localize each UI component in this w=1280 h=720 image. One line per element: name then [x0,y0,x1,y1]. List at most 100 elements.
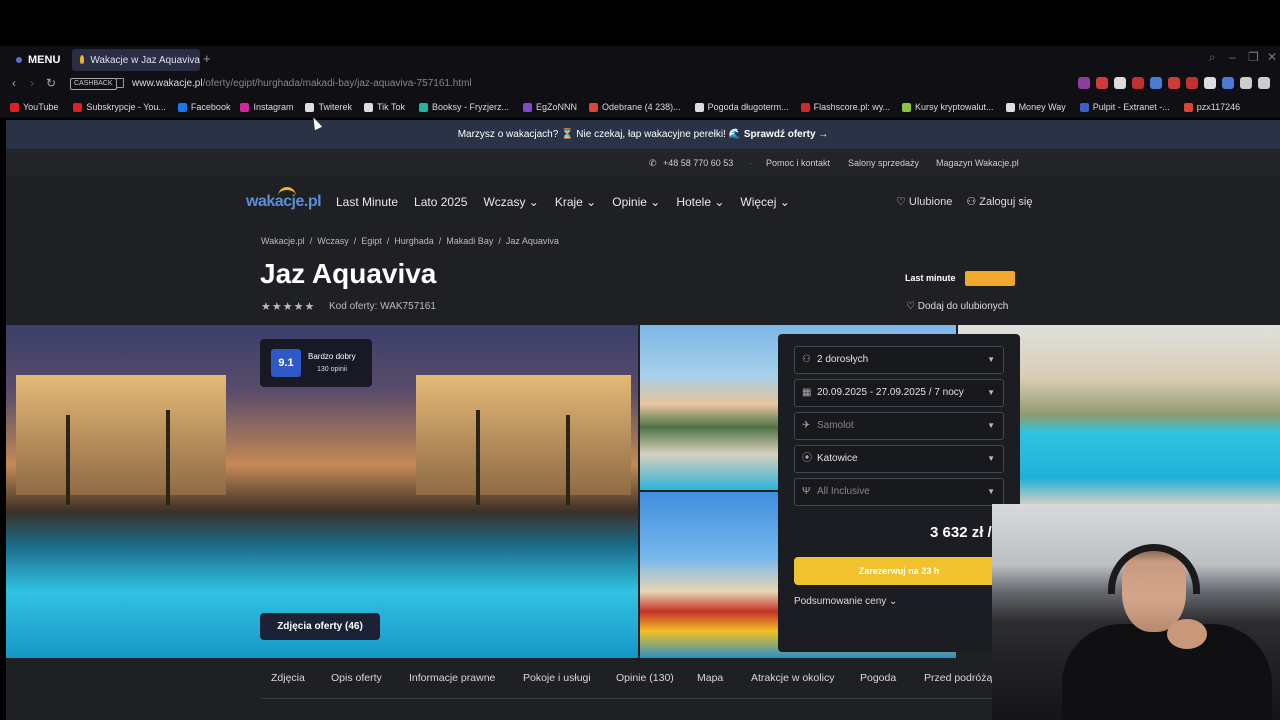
nav-item[interactable]: Wczasy ⌄ [483,195,538,209]
browser-menu-button[interactable]: MENU [8,50,68,70]
bookmark-item[interactable]: Pogoda długoterm... [694,102,789,112]
rating-card[interactable]: 9.1 Bardzo dobry 130 opinii [260,339,372,387]
guests-select[interactable]: ⚇ 2 dorosłych ▼ [794,346,1004,374]
forward-icon[interactable]: › [30,76,34,90]
maximize-icon[interactable]: ❐ [1248,50,1259,64]
bookmark-item[interactable]: Instagram [240,102,293,112]
book-button[interactable]: Zarezerwuj na 23 h [794,557,1004,585]
bookmark-item[interactable]: pzx117246 [1183,102,1241,112]
bookmark-item[interactable]: Twiterek [305,102,352,112]
bookmark-item[interactable]: Pulpit - Extranet -... [1079,102,1170,112]
bookmark-item[interactable]: EgZoNNN [523,102,577,112]
back-icon[interactable]: ‹ [12,76,16,90]
url-field[interactable]: www.wakacje.pl/oferty/egipt/hurghada/mak… [132,78,472,89]
dates-select[interactable]: ▦ 20.09.2025 - 27.09.2025 / 7 nocy ▼ [794,379,1004,407]
extension-icon[interactable] [1132,77,1144,89]
nav-item[interactable]: Więcej ⌄ [740,195,789,209]
lock-icon[interactable] [116,78,124,88]
extension-icon[interactable] [1222,77,1234,89]
offer-tab[interactable]: Pogoda [860,672,896,684]
bookmark-favicon-icon [177,102,187,112]
offer-tab[interactable]: Zdjęcia [271,672,305,684]
bookmark-item[interactable]: Kursy kryptowalut... [902,102,994,112]
promo-banner[interactable]: Marzysz o wakacjach? ⏳ Nie czekaj, łap w… [6,120,1280,149]
reload-icon[interactable]: ↻ [46,76,56,90]
board-select[interactable]: Ψ All Inclusive ▼ [794,478,1004,506]
salons-link[interactable]: Salony sprzedaży [848,158,919,168]
offer-tab[interactable]: Opis oferty [331,672,382,684]
extension-icon[interactable] [1186,77,1198,89]
nav-item[interactable]: Last Minute [336,195,398,209]
wakacje-favicon-icon [80,55,85,65]
nav-item[interactable]: Lato 2025 [414,195,467,209]
cashback-badge[interactable]: CASHBACK [70,78,117,90]
breadcrumb-item[interactable]: Hurghada [394,236,434,246]
price-summary-toggle[interactable]: Podsumowanie ceny ⌄ [794,596,897,607]
login-link[interactable]: ⚇ Zaloguj się [966,195,1032,208]
hotel-main-photo[interactable]: 9.1 Bardzo dobry 130 opinii Zdjęcia ofer… [6,325,638,658]
new-tab-button[interactable]: + [203,51,211,66]
departure-select[interactable]: ⦿ Katowice ▼ [794,445,1004,473]
offer-tab[interactable]: Atrakcje w okolicy [751,672,834,684]
breadcrumb-item[interactable]: Makadi Bay [446,236,493,246]
bookmark-label: Odebrane (4 238)... [602,102,681,112]
bookmark-item[interactable]: Odebrane (4 238)... [589,102,681,112]
calendar-icon: ▦ [802,387,812,398]
guests-value: 2 dorosłych [817,354,869,365]
minimize-icon[interactable]: – [1229,50,1236,64]
account-links: ♡ Ulubione ⚇ Zaloguj się [896,195,1032,208]
extension-icon[interactable] [1096,77,1108,89]
bookmark-item[interactable]: Booksy - Fryzjerz... [419,102,509,112]
close-icon[interactable]: ✕ [1267,50,1277,64]
offer-tab[interactable]: Opinie (130) [616,672,674,684]
extension-icon[interactable] [1168,77,1180,89]
site-logo[interactable]: wakacje.pl [246,187,322,211]
help-link[interactable]: Pomoc i kontakt [766,158,830,168]
extensions-bar [1078,77,1270,89]
phone-number[interactable]: +48 58 770 60 53 [663,158,733,168]
offer-tab[interactable]: Przed podróżą [924,672,992,684]
extension-icon[interactable] [1204,77,1216,89]
url-domain: www.wakacje.pl [132,78,203,89]
bookmark-favicon-icon [10,102,19,112]
search-icon[interactable]: ⌕ [1209,50,1216,65]
breadcrumb-item[interactable]: Wczasy [317,236,349,246]
person-icon: ⚇ [802,354,811,365]
bookmark-item[interactable]: Facebook [177,102,230,112]
bookmark-item[interactable]: Flashscore.pl: wy... [800,102,890,112]
nav-item[interactable]: Opinie ⌄ [612,195,660,209]
add-favorite-button[interactable]: ♡ Dodaj do ulubionych [906,301,1008,312]
offer-tab[interactable]: Pokoje i usługi [523,672,591,684]
bookmark-item[interactable]: YouTube [10,102,58,112]
extension-icon[interactable] [1150,77,1162,89]
browser-tab-active[interactable]: Wakacje w Jaz Aquaviva [72,49,200,71]
transport-select[interactable]: ✈ Samolot ▼ [794,412,1004,440]
magazine-link[interactable]: Magazyn Wakacje.pl [936,158,1019,168]
photos-button[interactable]: Zdjęcia oferty (46) [260,613,380,640]
promo-link[interactable]: Sprawdź oferty → [744,129,828,140]
extension-icon[interactable] [1078,77,1090,89]
extension-icon[interactable] [1114,77,1126,89]
nav-item-label: Opinie [612,195,647,209]
bookmark-label: pzx117246 [1196,102,1241,112]
breadcrumb-item[interactable]: Egipt [361,236,382,246]
menu-icon[interactable] [1258,77,1270,89]
download-icon[interactable] [1240,77,1252,89]
bookmark-favicon-icon [305,102,315,112]
nav-item[interactable]: Kraje ⌄ [555,195,596,209]
breadcrumb-item[interactable]: Wakacje.pl [261,236,305,246]
url-path: /oferty/egipt/hurghada/makadi-bay/jaz-aq… [202,78,472,89]
heart-icon: ♡ [906,301,918,312]
bookmark-item[interactable]: Money Way [1005,102,1066,112]
webcam-overlay [992,504,1280,720]
offer-tab[interactable]: Informacje prawne [409,672,495,684]
headphones-icon [1108,544,1200,594]
breadcrumb-item[interactable]: Jaz Aquaviva [506,236,559,246]
bookmark-item[interactable]: Tik Tok [364,102,405,112]
palm-tree [476,410,480,505]
favorites-link[interactable]: ♡ Ulubione [896,195,952,208]
nav-item[interactable]: Hotele ⌄ [676,195,724,209]
bookmark-favicon-icon [73,102,83,112]
offer-tab[interactable]: Mapa [697,672,723,684]
bookmark-item[interactable]: Subskrypcje - You... [73,102,166,112]
